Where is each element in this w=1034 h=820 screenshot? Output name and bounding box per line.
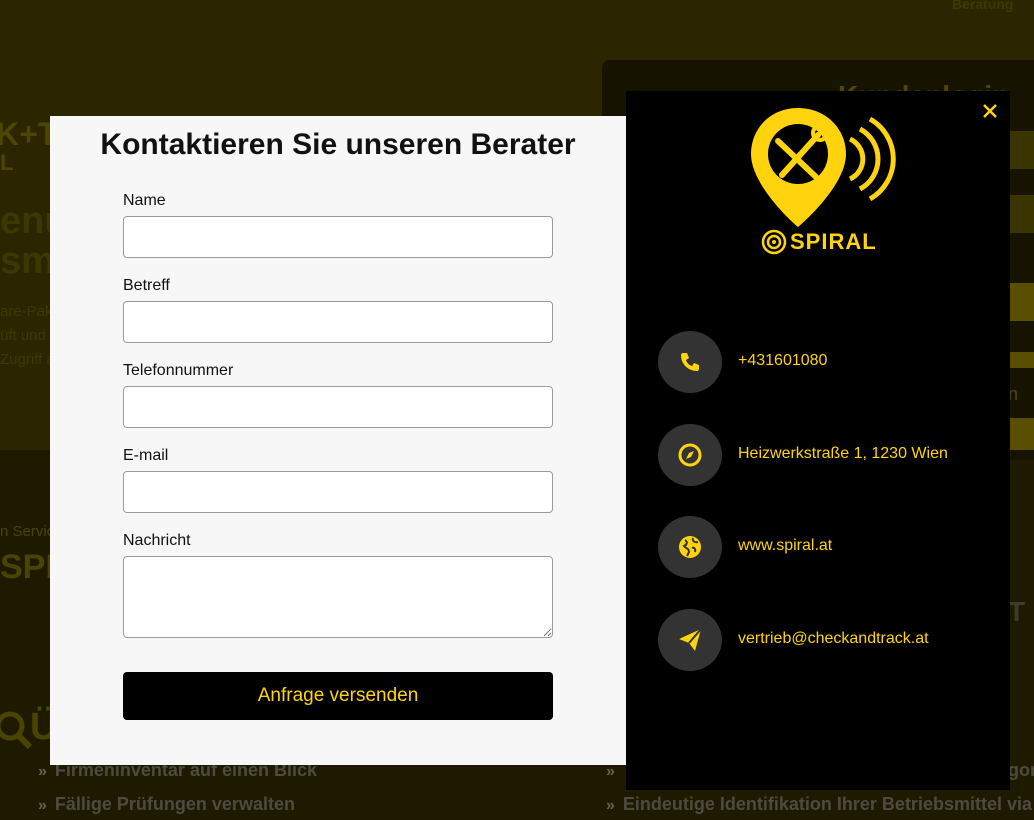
nav-link-beratung[interactable]: Beratung bbox=[952, 0, 1013, 12]
address-text: Heizwerkstraße 1, 1230 Wien bbox=[738, 445, 948, 462]
logo-text: SPIRAL bbox=[790, 229, 877, 254]
spiral-brand-text: SPI bbox=[0, 548, 55, 586]
subject-field[interactable] bbox=[123, 301, 553, 343]
phone-field[interactable] bbox=[123, 386, 553, 428]
hero-brand-sub: L bbox=[0, 150, 14, 175]
phone-link[interactable]: +431601080 bbox=[738, 352, 827, 370]
service-label: n Servic bbox=[0, 523, 55, 540]
send-icon bbox=[658, 609, 722, 671]
message-field[interactable] bbox=[123, 556, 553, 638]
phone-icon bbox=[658, 331, 722, 393]
list-item: » Fällige Prüfungen verwalten bbox=[38, 794, 295, 814]
contact-info-panel: SPIRAL +431601080 Heizwerkstraße 1, 1230… bbox=[626, 91, 1010, 790]
email-label: E-mail bbox=[123, 447, 169, 464]
spiral-logo: SPIRAL bbox=[748, 105, 898, 260]
info-item-website: www.spiral.at bbox=[658, 516, 998, 578]
globe-icon bbox=[658, 516, 722, 578]
submit-button[interactable]: Anfrage versenden bbox=[123, 672, 553, 720]
contact-form-modal: Kontaktieren Sie unseren Berater Name Be… bbox=[50, 116, 626, 765]
message-label: Nachricht bbox=[123, 532, 191, 549]
close-icon[interactable] bbox=[978, 99, 1002, 123]
email-field[interactable] bbox=[123, 471, 553, 513]
info-item-address: Heizwerkstraße 1, 1230 Wien bbox=[658, 424, 998, 486]
name-label: Name bbox=[123, 192, 166, 209]
list-item: » Eindeutige Identifikation Ihrer Betrieb… bbox=[606, 794, 1034, 814]
hero-heading-line-2: sm bbox=[0, 240, 55, 282]
form-title: Kontaktieren Sie unseren Berater bbox=[100, 128, 576, 161]
info-item-email: vertrieb@checkandtrack.at bbox=[658, 609, 998, 671]
name-field[interactable] bbox=[123, 216, 553, 258]
compass-icon bbox=[658, 424, 722, 486]
hero-text-line-2: üft und bbox=[0, 327, 46, 344]
hero-brand: K+T bbox=[0, 116, 58, 152]
list-item-fragment: gor bbox=[1008, 760, 1034, 780]
subject-label: Betreff bbox=[123, 277, 170, 294]
phone-label: Telefonnummer bbox=[123, 362, 234, 379]
right-heading-fragment: T bbox=[1008, 596, 1026, 627]
info-item-phone: +431601080 bbox=[658, 331, 998, 393]
hero-text-line-3: Zugriff a bbox=[0, 351, 55, 368]
email-link[interactable]: vertrieb@checkandtrack.at bbox=[738, 630, 929, 648]
hero-text-line-1: are-Pak bbox=[0, 303, 53, 320]
website-link[interactable]: www.spiral.at bbox=[738, 537, 832, 555]
